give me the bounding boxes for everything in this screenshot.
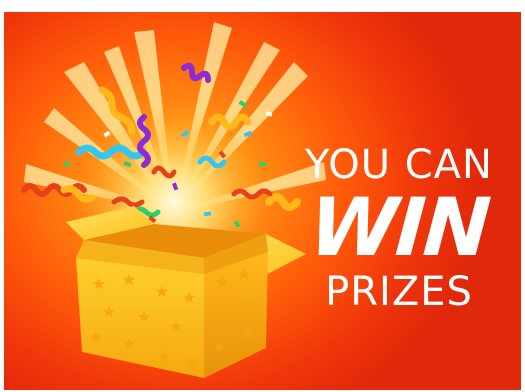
promo-banner: YOU CAN WIN PRIZES [4,12,521,390]
open-gift-box-icon [66,206,306,378]
promo-headline: YOU CAN WIN PRIZES [299,144,499,314]
headline-prizes: PRIZES [325,269,473,315]
headline-win: WIN [306,181,492,274]
box-front [76,258,204,378]
headline-you-can: YOU CAN [305,142,493,188]
box-side [204,252,268,378]
